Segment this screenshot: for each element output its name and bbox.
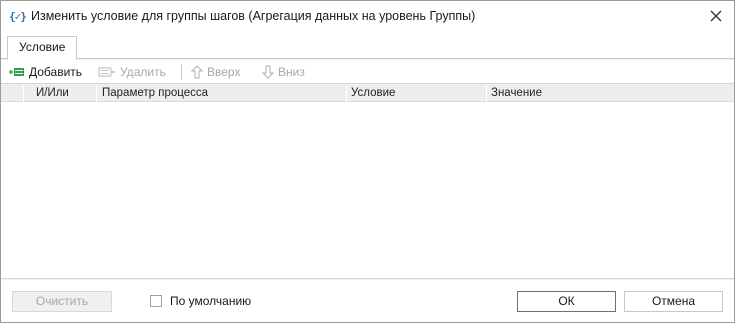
tab-strip: Условие (1, 32, 734, 60)
dialog-window: {✓} Изменить условие для группы шагов (А… (0, 0, 735, 323)
clear-button[interactable]: Очистить (12, 291, 112, 312)
grid-header: И/Или Параметр процесса Условие Значение (1, 85, 734, 102)
column-and-or[interactable]: И/Или (23, 85, 96, 102)
toolbar-separator (181, 64, 182, 80)
move-up-button[interactable]: Вверх (191, 63, 240, 81)
delete-row-icon (98, 67, 115, 77)
dialog-footer: Очистить По умолчанию ОК Отмена (1, 280, 734, 322)
column-condition[interactable]: Условие (346, 85, 486, 102)
default-checkbox[interactable]: По умолчанию (150, 293, 251, 309)
toolbar: Добавить Удалить Вверх Вниз (1, 60, 734, 84)
add-button-label: Добавить (29, 65, 83, 79)
arrow-up-icon (191, 65, 203, 79)
row-indicator-column (1, 85, 23, 102)
curly-braces-check-icon: {✓} (9, 10, 27, 23)
cancel-button[interactable]: Отмена (624, 291, 723, 312)
move-up-button-label: Вверх (207, 65, 241, 79)
window-title: Изменить условие для группы шагов (Агрег… (31, 9, 476, 23)
tab-condition[interactable]: Условие (7, 36, 78, 60)
arrow-down-icon (262, 65, 274, 79)
add-row-icon (9, 68, 24, 76)
add-button[interactable]: Добавить (9, 63, 82, 81)
close-icon (710, 10, 722, 22)
move-down-button[interactable]: Вниз (262, 63, 305, 81)
title-bar: {✓} Изменить условие для группы шагов (А… (1, 1, 734, 32)
move-down-button-label: Вниз (278, 65, 305, 79)
default-checkbox-box[interactable] (150, 295, 162, 307)
conditions-grid[interactable]: И/Или Параметр процесса Условие Значение (1, 85, 734, 279)
delete-button-label: Удалить (120, 65, 166, 79)
close-button[interactable] (704, 5, 728, 27)
default-checkbox-label: По умолчанию (170, 294, 252, 308)
column-value[interactable]: Значение (486, 85, 734, 102)
column-process-parameter[interactable]: Параметр процесса (96, 85, 346, 102)
delete-button[interactable]: Удалить (98, 63, 166, 81)
ok-button[interactable]: ОК (517, 291, 616, 312)
